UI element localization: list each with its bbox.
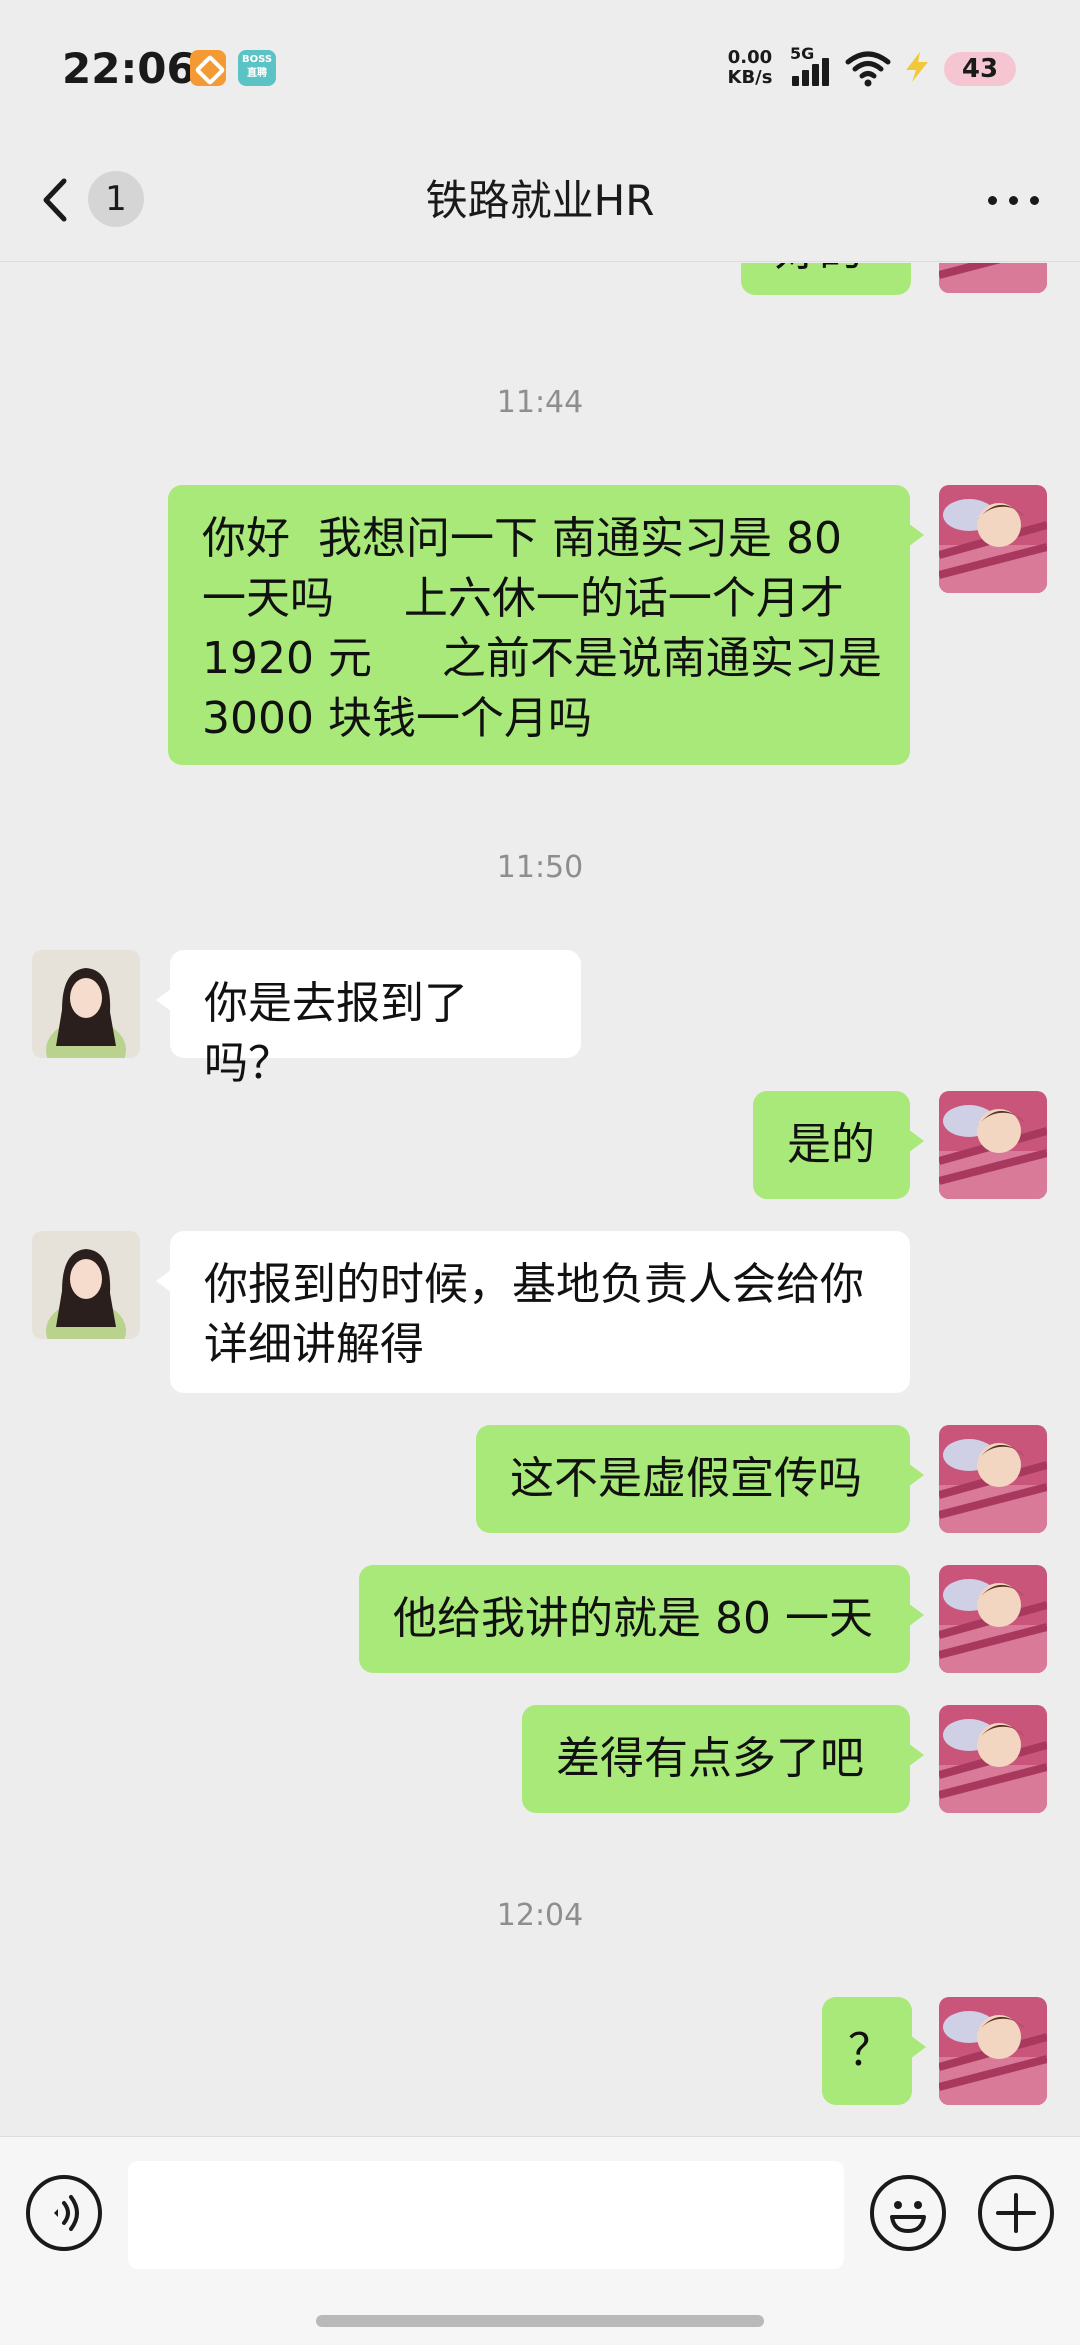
- my-avatar[interactable]: [939, 1425, 1047, 1533]
- message-bubble-sent[interactable]: 你好 我想问一下 南通实习是 80 一天吗 上六休一的话一个月才 1920 元 …: [168, 485, 924, 765]
- network-speed-unit: KB/s: [727, 67, 773, 88]
- timestamp: 11:50: [496, 850, 584, 885]
- input-bar: [0, 2136, 1080, 2345]
- more-functions-button[interactable]: [978, 2175, 1054, 2251]
- message-bubble-sent[interactable]: 他给我讲的就是 80 一天: [359, 1565, 924, 1673]
- message-text: 好的: [775, 263, 863, 276]
- message-bubble-sent[interactable]: ？: [822, 1997, 926, 2105]
- message-line: 你好 我想问一下 南通实习是 80: [202, 513, 842, 564]
- wifi-icon: [845, 51, 891, 87]
- message-line: 1920 元 之前不是说南通实习是: [202, 633, 882, 684]
- message-bubble-received[interactable]: 你是去报到了吗？: [156, 950, 581, 1089]
- message-text: 这不是虚假宣传吗: [510, 1453, 862, 1504]
- chat-screen: 22:06 BOSS 直聘 0.00 KB/s 5G 43 1 铁路就业HR 1…: [0, 0, 1080, 2345]
- emoji-button[interactable]: [870, 2175, 946, 2251]
- home-indicator[interactable]: [316, 2315, 764, 2327]
- message-text: 是的: [787, 1119, 875, 1170]
- status-bar: 22:06 BOSS 直聘 0.00 KB/s 5G 43: [0, 0, 1080, 135]
- message-text: 差得有点多了吧: [556, 1733, 864, 1784]
- contact-avatar[interactable]: [32, 1231, 140, 1339]
- message-bubble-sent[interactable]: 差得有点多了吧: [522, 1705, 924, 1813]
- message-list[interactable]: 好的 11:44 你好 我想问一下 南通实习是 80 一天吗 上六休一的话一个月…: [0, 263, 1080, 2135]
- message-bubble-received[interactable]: 你报到的时候，基地负责人会给你 详细讲解得: [156, 1231, 910, 1393]
- message-line: 详细讲解得: [204, 1319, 424, 1370]
- voice-icon: [54, 2195, 79, 2231]
- my-avatar[interactable]: [939, 1705, 1047, 1813]
- message-text: ？: [848, 2025, 892, 2076]
- message-text: 他给我讲的就是 80 一天: [393, 1593, 873, 1644]
- my-avatar[interactable]: [939, 485, 1047, 593]
- my-avatar[interactable]: [939, 263, 1047, 293]
- message-line: 一天吗 上六休一的话一个月才: [202, 573, 844, 624]
- my-avatar[interactable]: [939, 1997, 1047, 2105]
- network-type: 5G: [790, 44, 815, 63]
- message-bubble-sent[interactable]: 这不是虚假宣传吗: [476, 1425, 924, 1533]
- timestamp: 12:04: [496, 1898, 584, 1933]
- battery-level: 43: [944, 52, 1016, 86]
- contact-avatar[interactable]: [32, 950, 140, 1058]
- power-saving-icon: [906, 52, 928, 82]
- more-options-icon[interactable]: [984, 177, 1044, 221]
- network-speed-value: 0.00: [727, 47, 773, 68]
- emoji-icon: [890, 2201, 926, 2233]
- chat-header: 1 铁路就业HR: [0, 135, 1080, 262]
- my-avatar[interactable]: [939, 1565, 1047, 1673]
- message-line: 3000 块钱一个月吗: [202, 693, 592, 744]
- network-speed: 0.00 KB/s: [722, 48, 778, 88]
- notification-app-icon: [190, 50, 226, 86]
- timestamp: 11:44: [496, 385, 584, 420]
- my-avatar[interactable]: [939, 1091, 1047, 1199]
- message-input[interactable]: [128, 2161, 844, 2269]
- status-time: 22:06: [62, 44, 196, 93]
- plus-icon: [996, 2193, 1036, 2233]
- message-bubble-sent[interactable]: 好的: [741, 263, 911, 295]
- message-text: 你是去报到了吗？: [204, 978, 468, 1089]
- chat-title: 铁路就业HR: [425, 176, 655, 225]
- message-bubble-sent[interactable]: 是的: [753, 1091, 924, 1199]
- message-line: 你报到的时候，基地负责人会给你: [204, 1259, 864, 1310]
- boss-app-icon: BOSS 直聘: [238, 50, 276, 86]
- cellular-signal-icon: 5G: [790, 44, 840, 90]
- voice-input-button[interactable]: [26, 2175, 102, 2251]
